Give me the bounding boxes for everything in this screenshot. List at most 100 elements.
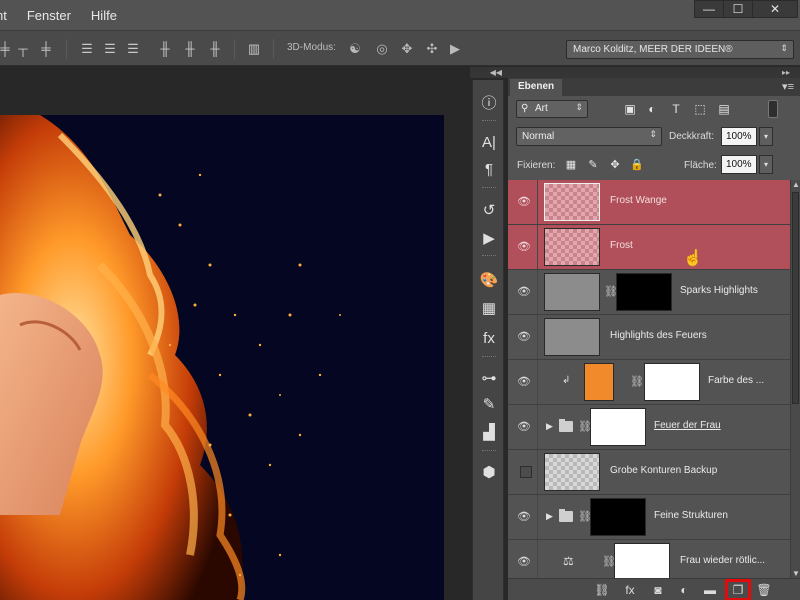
styles-fx-icon[interactable]: fx bbox=[473, 326, 505, 350]
layer-group-row[interactable]: 👁 ▶ ⛓ Feuer der Frau bbox=[508, 405, 790, 450]
visibility-cell[interactable]: 👁 bbox=[508, 540, 538, 578]
swatches-palette-icon[interactable]: 🎨 bbox=[473, 268, 505, 292]
layer-style-fx-icon[interactable]: fx bbox=[622, 582, 638, 598]
link-chain-icon[interactable]: ⛓ bbox=[602, 555, 616, 569]
fill-dropdown[interactable]: ▾ bbox=[759, 155, 773, 174]
distribute-bottom-icon[interactable]: ☰ bbox=[124, 40, 142, 58]
fill-field[interactable]: 100% bbox=[721, 155, 757, 174]
info-icon[interactable]: ⓘ bbox=[473, 90, 505, 114]
tab-layers[interactable]: Ebenen bbox=[510, 79, 563, 96]
eye-icon[interactable]: 👁 bbox=[517, 195, 531, 209]
actions-play-icon[interactable]: ▶ bbox=[473, 226, 505, 250]
distribute-hcenter-icon[interactable]: ╫ bbox=[181, 40, 199, 58]
close-button[interactable]: ✕ bbox=[752, 0, 798, 18]
auto-align-icon[interactable]: ▥ bbox=[245, 40, 263, 58]
layer-row[interactable]: 👁 Highlights des Feuers bbox=[508, 315, 790, 360]
distribute-right-icon[interactable]: ╫ bbox=[206, 40, 224, 58]
layer-name[interactable]: Frau wieder rötlic... bbox=[680, 555, 765, 566]
3d-camera-icon[interactable]: ▶ bbox=[446, 40, 464, 58]
3d-icon[interactable]: ⬢ bbox=[473, 460, 505, 484]
layer-name[interactable]: Frost Wange bbox=[610, 195, 667, 206]
new-group-folder-icon[interactable]: ▬ bbox=[702, 582, 718, 598]
visibility-cell[interactable]: 👁 bbox=[508, 225, 538, 269]
canvas[interactable] bbox=[0, 115, 444, 600]
distribute-vcenter-icon[interactable]: ☰ bbox=[101, 40, 119, 58]
layer-row[interactable]: 👁 Frost bbox=[508, 225, 790, 270]
filter-adjustment-icon[interactable]: ◐ bbox=[644, 101, 660, 117]
maximize-button[interactable]: ☐ bbox=[723, 0, 753, 18]
visibility-cell[interactable] bbox=[508, 450, 538, 494]
adjustments-icon[interactable]: ⊶ bbox=[473, 366, 505, 390]
strip-grip[interactable] bbox=[482, 356, 496, 359]
workspace-select[interactable]: Marco Kolditz, MEER DER IDEEN® ⇕ bbox=[566, 40, 794, 59]
3d-pan-icon[interactable]: ✥ bbox=[398, 40, 416, 58]
layer-name[interactable]: Feine Strukturen bbox=[654, 510, 728, 521]
link-chain-icon[interactable]: ⛓ bbox=[578, 510, 592, 524]
layer-row[interactable]: 👁 Frost Wange bbox=[508, 180, 790, 225]
eye-icon[interactable]: 👁 bbox=[517, 420, 531, 434]
panel-menu-icon[interactable]: ▾≡ bbox=[782, 80, 794, 93]
eye-icon[interactable]: 👁 bbox=[517, 240, 531, 254]
layer-name[interactable]: Frost bbox=[610, 240, 633, 251]
add-mask-icon[interactable]: ◙ bbox=[650, 582, 666, 598]
layer-row[interactable]: 👁 ↲ ⛓ Farbe des ... bbox=[508, 360, 790, 405]
scroll-up-icon[interactable]: ▲ bbox=[792, 180, 800, 189]
expand-arrow-icon[interactable]: ▶ bbox=[546, 511, 553, 522]
history-icon[interactable]: ↺ bbox=[473, 198, 505, 222]
distribute-top-icon[interactable]: ☰ bbox=[78, 40, 96, 58]
paragraph-icon[interactable]: ¶ bbox=[473, 157, 505, 181]
brush-presets-icon[interactable]: ✎ bbox=[473, 392, 505, 416]
visibility-off-box[interactable] bbox=[520, 466, 532, 478]
3d-rotate-icon[interactable]: ☯ bbox=[346, 40, 364, 58]
filter-type-icon[interactable]: T bbox=[668, 101, 684, 117]
lock-position-icon[interactable]: ✥ bbox=[608, 158, 622, 172]
visibility-cell[interactable]: 👁 bbox=[508, 180, 538, 224]
visibility-cell[interactable]: 👁 bbox=[508, 270, 538, 314]
filter-shape-icon[interactable]: ⬚ bbox=[692, 101, 708, 117]
strip-grip[interactable] bbox=[482, 120, 496, 123]
blend-mode-select[interactable]: Normal ⇕ bbox=[516, 127, 662, 146]
link-layers-icon[interactable]: ⛓ bbox=[594, 582, 610, 598]
layer-scrollbar[interactable]: ▲ ▼ bbox=[790, 180, 800, 578]
trash-icon[interactable]: 🗑 bbox=[756, 582, 772, 598]
expand-arrow-icon[interactable]: ▶ bbox=[546, 421, 553, 432]
layer-row[interactable]: 👁 ⛓ Sparks Highlights bbox=[508, 270, 790, 315]
strip-grip[interactable] bbox=[482, 450, 496, 453]
strip-grip[interactable] bbox=[482, 187, 496, 190]
align-icon[interactable]: ╪ bbox=[0, 40, 14, 58]
visibility-cell[interactable]: 👁 bbox=[508, 495, 538, 539]
opacity-field[interactable]: 100% bbox=[721, 127, 757, 146]
scroll-down-icon[interactable]: ▼ bbox=[792, 569, 800, 578]
eye-icon[interactable]: 👁 bbox=[517, 375, 531, 389]
link-chain-icon[interactable]: ⛓ bbox=[630, 375, 644, 389]
eye-icon[interactable]: 👁 bbox=[517, 285, 531, 299]
eye-icon[interactable]: 👁 bbox=[517, 330, 531, 344]
filter-kind-select[interactable]: ⚲ Art ⇕ bbox=[516, 100, 588, 118]
lock-transparency-icon[interactable]: ▦ bbox=[564, 158, 578, 172]
align-vcenter-icon[interactable]: ╪ bbox=[37, 40, 55, 58]
opacity-dropdown[interactable]: ▾ bbox=[759, 127, 773, 146]
lock-paint-icon[interactable]: ✎ bbox=[586, 158, 600, 172]
3d-roll-icon[interactable]: ◎ bbox=[373, 40, 391, 58]
layer-name[interactable]: Highlights des Feuers bbox=[610, 330, 707, 341]
collapse-strip-arrows[interactable]: ◀◀ bbox=[470, 67, 506, 78]
link-chain-icon[interactable]: ⛓ bbox=[578, 420, 592, 434]
align-top-icon[interactable]: ┬ bbox=[14, 40, 32, 58]
eye-icon[interactable]: 👁 bbox=[517, 555, 531, 569]
layer-name[interactable]: Grobe Konturen Backup bbox=[610, 465, 717, 476]
layer-name[interactable]: Farbe des ... bbox=[708, 375, 764, 386]
layer-group-row[interactable]: 👁 ▶ ⛓ Feine Strukturen bbox=[508, 495, 790, 540]
filter-pixel-icon[interactable]: ▣ bbox=[622, 101, 638, 117]
collapse-panel-arrows[interactable]: ▸▸ bbox=[506, 67, 800, 78]
menu-item-hilfe[interactable]: Hilfe bbox=[81, 8, 127, 23]
link-chain-icon[interactable]: ⛓ bbox=[604, 285, 618, 299]
distribute-left-icon[interactable]: ╫ bbox=[156, 40, 174, 58]
character-icon[interactable]: A| bbox=[473, 130, 505, 154]
layer-name[interactable]: Sparks Highlights bbox=[680, 285, 758, 296]
layer-row[interactable]: 👁 ⚖ ⛓ Frau wieder rötlic... bbox=[508, 540, 790, 578]
fill-color-thumbnail[interactable] bbox=[584, 363, 614, 401]
visibility-cell[interactable]: 👁 bbox=[508, 405, 538, 449]
filter-toggle[interactable] bbox=[768, 100, 778, 118]
visibility-cell[interactable]: 👁 bbox=[508, 315, 538, 359]
lock-all-icon[interactable]: 🔒 bbox=[630, 158, 644, 172]
